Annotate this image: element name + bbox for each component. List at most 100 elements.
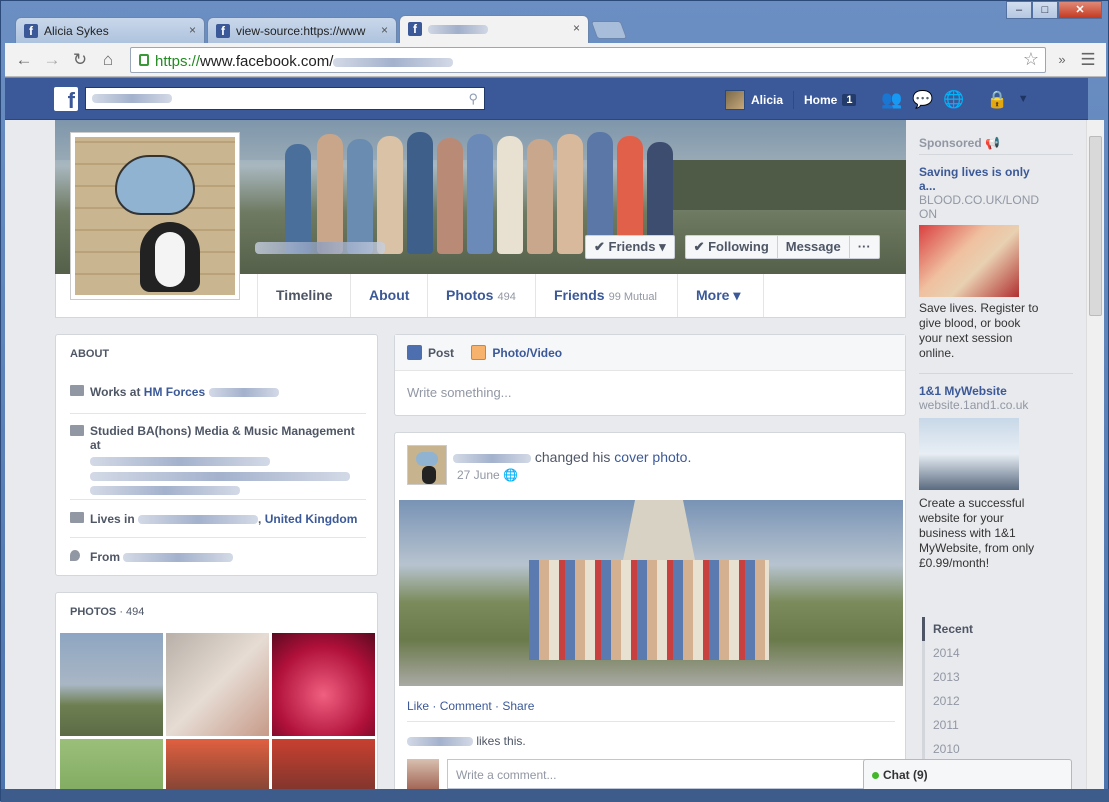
home-link[interactable]: Home <box>804 93 837 107</box>
facebook-search-input[interactable]: ⚲ <box>85 87 485 110</box>
message-button[interactable]: Message <box>777 235 850 259</box>
ad-image[interactable] <box>919 418 1019 490</box>
location-link[interactable]: United Kingdom <box>265 512 358 526</box>
employer-link[interactable]: HM Forces <box>144 385 205 399</box>
browser-tab-3-active[interactable]: f × <box>399 15 589 43</box>
reload-icon[interactable]: ↻ <box>69 49 91 71</box>
following-button[interactable]: ✔ Following <box>684 235 778 259</box>
year-2013[interactable]: 2013 <box>922 665 982 689</box>
tab-title: view-source:https://www <box>236 24 366 38</box>
maximize-button[interactable]: □ <box>1032 1 1058 19</box>
year-2014[interactable]: 2014 <box>922 641 982 665</box>
cover-photo-link[interactable]: cover photo. <box>614 449 691 465</box>
photo-icon <box>471 345 487 360</box>
friends-button[interactable]: ✔ Friends ▾ <box>585 235 675 259</box>
redacted-profile-name <box>255 242 385 254</box>
url-text: https://www.facebook.com/ <box>155 53 454 70</box>
notifications-globe-icon[interactable]: 🌐 <box>943 90 964 110</box>
page-content: ✔ Friends ▾ ✔ Following Message ··· Time… <box>5 120 1086 802</box>
story-timestamp[interactable]: 27 June 🌐 <box>457 468 518 482</box>
facebook-favicon-icon: f <box>216 24 230 38</box>
browser-tab-2[interactable]: f view-source:https://www × <box>207 17 397 43</box>
story-header: changed his cover photo. <box>453 449 691 465</box>
status-input[interactable]: Write something... <box>395 371 905 414</box>
ad-title[interactable]: 1&1 MyWebsite <box>919 384 1043 398</box>
facebook-favicon-icon: f <box>408 22 422 36</box>
story-card: changed his cover photo. 27 June 🌐 Like … <box>394 432 906 802</box>
address-bar[interactable]: https://www.facebook.com/ ☆ <box>130 47 1046 73</box>
minimize-button[interactable]: – <box>1006 1 1032 19</box>
back-arrow-icon[interactable]: ← <box>13 49 35 71</box>
more-options-button[interactable]: ··· <box>849 235 880 259</box>
commenter-avatar <box>407 759 439 791</box>
photos-heading[interactable]: PHOTOS · 494 <box>56 593 377 626</box>
year-2010[interactable]: 2010 <box>922 737 982 761</box>
facebook-logo[interactable]: f <box>54 87 78 113</box>
close-window-button[interactable]: ✕ <box>1058 1 1102 19</box>
browser-tab-1[interactable]: f Alicia Sykes × <box>15 17 205 43</box>
bookmark-star-icon[interactable]: ☆ <box>1023 49 1039 70</box>
tab-photos[interactable]: Photos 494 <box>427 274 535 317</box>
post-tab[interactable]: Post <box>407 345 454 360</box>
year-recent[interactable]: Recent <box>922 617 982 641</box>
photos-box: PHOTOS · 494 <box>55 592 378 802</box>
header-nav: Alicia Home 1 <box>725 90 857 110</box>
comment-link[interactable]: Comment <box>440 699 492 713</box>
tab-about[interactable]: About <box>350 274 427 317</box>
divider <box>793 91 795 109</box>
about-from: From <box>70 537 366 575</box>
tab-more[interactable]: More ▾ <box>677 274 764 317</box>
extensions-chevron-icon[interactable]: » <box>1051 49 1073 71</box>
year-2011[interactable]: 2011 <box>922 713 982 737</box>
chat-tab[interactable]: Chat (9) <box>863 759 1072 789</box>
messages-icon[interactable]: 💬 <box>912 90 933 110</box>
privacy-lock-icon[interactable]: 🔒 <box>987 90 1008 110</box>
photo-video-tab[interactable]: Photo/Video <box>471 345 562 360</box>
year-2012[interactable]: 2012 <box>922 689 982 713</box>
settings-chevron-down-icon[interactable]: ▼ <box>1018 93 1029 110</box>
tab-title: Alicia Sykes <box>44 24 109 38</box>
user-name-link[interactable]: Alicia <box>751 93 783 107</box>
close-tab-icon[interactable]: × <box>381 23 388 37</box>
home-icon[interactable]: ⌂ <box>97 49 119 71</box>
author-avatar[interactable] <box>407 445 447 485</box>
ad-title[interactable]: Saving lives is only a... <box>919 165 1043 193</box>
scrollbar-thumb[interactable] <box>1089 136 1102 316</box>
lock-icon <box>139 54 149 66</box>
elephant-cartoon-image <box>75 137 235 295</box>
photo-thumbnail[interactable] <box>60 633 163 736</box>
photo-thumbnail[interactable] <box>272 633 375 736</box>
friend-requests-icon[interactable]: 👥 <box>881 90 902 110</box>
photo-thumbnail[interactable] <box>166 633 269 736</box>
ad-1and1[interactable]: 1&1 MyWebsite website.1and1.co.uk Create… <box>906 374 1056 571</box>
tab-timeline[interactable]: Timeline <box>257 274 350 317</box>
user-avatar[interactable] <box>725 90 745 110</box>
forward-arrow-icon[interactable]: → <box>41 49 63 71</box>
close-tab-icon[interactable]: × <box>189 23 196 37</box>
profile-picture[interactable] <box>70 132 240 300</box>
ad-image[interactable] <box>919 225 1019 297</box>
window-bottom-edge <box>1 789 1109 802</box>
redacted-search-text <box>92 94 172 104</box>
facebook-header: f ⚲ Alicia Home 1 👥 💬 🌐 🔒 ▼ <box>5 78 1088 120</box>
search-icon[interactable]: ⚲ <box>468 91 478 107</box>
about-lives: Lives in , United Kingdom <box>70 499 366 537</box>
composer-box: Post Photo/Video Write something... <box>394 334 906 416</box>
ad-blood[interactable]: Saving lives is only a... BLOOD.CO.UK/LO… <box>906 155 1056 361</box>
comment-input[interactable]: Write a comment... <box>447 759 895 789</box>
page-scrollbar[interactable] <box>1086 120 1104 802</box>
tab-friends[interactable]: Friends 99 Mutual <box>535 274 677 317</box>
new-tab-button[interactable] <box>590 21 628 39</box>
cover-photo-image[interactable] <box>399 500 903 686</box>
story-actions: Like · Comment · Share <box>407 699 535 713</box>
like-link[interactable]: Like <box>407 699 429 713</box>
right-sidebar: Sponsored 📢 Saving lives is only a... BL… <box>906 120 1086 802</box>
close-tab-icon[interactable]: × <box>573 21 580 35</box>
share-link[interactable]: Share <box>502 699 534 713</box>
about-education: Studied BA(hons) Media & Music Managemen… <box>70 413 366 499</box>
redacted-tab-title <box>428 25 488 35</box>
likes-summary: likes this. <box>407 721 895 748</box>
window-controls: – □ ✕ <box>1006 1 1102 19</box>
online-dot-icon <box>872 772 879 779</box>
menu-icon[interactable]: ☰ <box>1077 49 1099 71</box>
